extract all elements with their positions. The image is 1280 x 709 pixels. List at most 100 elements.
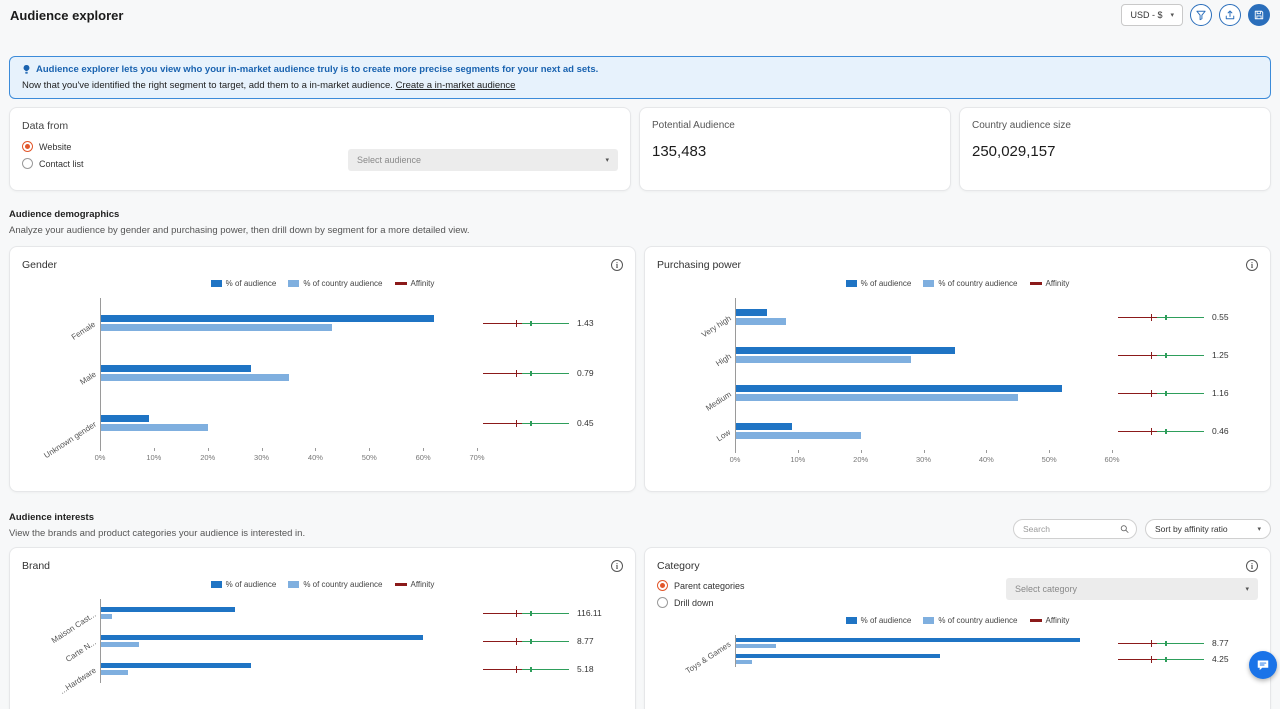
create-audience-link[interactable]: Create a in-market audience bbox=[396, 80, 516, 91]
legend-swatch bbox=[395, 583, 407, 586]
affinity-value: 4.25 bbox=[1212, 654, 1229, 664]
bars bbox=[100, 298, 477, 348]
country-bar bbox=[736, 318, 786, 325]
bars bbox=[100, 348, 477, 398]
affinity-bullet bbox=[1118, 639, 1204, 648]
contact-list-radio-label: Contact list bbox=[39, 159, 84, 169]
bar-row: Very high bbox=[657, 298, 1112, 336]
category-chart-card: Category i Parent categories Drill down bbox=[644, 547, 1271, 709]
chat-button[interactable] bbox=[1249, 651, 1277, 679]
country-bar bbox=[736, 432, 861, 439]
legend-item: % of country audience bbox=[288, 279, 382, 288]
x-axis: 0%10%20%30%40%50%60%70% bbox=[100, 448, 477, 464]
bars bbox=[100, 599, 477, 627]
chart-legend: % of audience% of country audienceAffini… bbox=[22, 580, 623, 589]
legend-label: % of country audience bbox=[938, 616, 1017, 625]
affinity-row: 1.16 bbox=[1118, 374, 1258, 412]
bar-row: Toys & Games bbox=[657, 635, 1112, 651]
bar-row: Maison Cast... bbox=[22, 599, 477, 627]
bars bbox=[735, 635, 1112, 651]
audience-bar bbox=[101, 635, 423, 640]
legend-swatch bbox=[288, 280, 299, 287]
category-chart-title: Category bbox=[657, 560, 700, 572]
bar-row: ...Hardware bbox=[22, 655, 477, 683]
filter-button[interactable] bbox=[1190, 4, 1212, 26]
affinity-value: 1.16 bbox=[1212, 388, 1229, 398]
legend-label: Affinity bbox=[1046, 616, 1070, 625]
country-audience-value: 250,029,157 bbox=[972, 143, 1258, 160]
gender-chart-head: Gender i bbox=[22, 259, 623, 271]
currency-select[interactable]: USD - $ ▾ bbox=[1121, 4, 1183, 26]
parent-categories-label: Parent categories bbox=[674, 581, 745, 591]
category-label-wrap: Medium bbox=[657, 389, 735, 398]
legend-swatch bbox=[395, 282, 407, 285]
axis-tick-label: 0% bbox=[730, 455, 741, 464]
audience-bar bbox=[101, 663, 251, 668]
affinity-row: 0.55 bbox=[1118, 298, 1258, 336]
demographics-title: Audience demographics bbox=[9, 209, 1271, 220]
info-icon[interactable]: i bbox=[1246, 259, 1258, 271]
affinity-value: 1.25 bbox=[1212, 350, 1229, 360]
demographics-subtitle: Analyze your audience by gender and purc… bbox=[9, 225, 1271, 236]
save-button[interactable] bbox=[1248, 4, 1270, 26]
audience-bar bbox=[101, 315, 434, 322]
search-box[interactable] bbox=[1013, 519, 1137, 539]
bars bbox=[735, 374, 1112, 412]
category-label-wrap: Maison Cast... bbox=[22, 609, 100, 618]
category-chart: % of audience% of country audienceAffini… bbox=[657, 616, 1258, 667]
affinity-bullet bbox=[1118, 655, 1204, 664]
info-icon[interactable]: i bbox=[611, 259, 623, 271]
page-title: Audience explorer bbox=[10, 8, 123, 23]
banner-headline: Audience explorer lets you view who your… bbox=[22, 64, 1258, 75]
category-label: Medium bbox=[704, 389, 733, 412]
bar-row: Male bbox=[22, 348, 477, 398]
affinity-tick-green bbox=[1165, 641, 1167, 646]
axis-tick-label: 50% bbox=[362, 453, 377, 462]
search-input[interactable] bbox=[1023, 524, 1120, 534]
legend-item: Affinity bbox=[1030, 616, 1070, 625]
axis-tickmark bbox=[423, 448, 424, 451]
axis-tickmark bbox=[1049, 450, 1050, 453]
affinity-tick-green bbox=[1165, 353, 1167, 358]
axis-tickmark bbox=[154, 448, 155, 451]
summary-cards-row: Data from Website Contact list Select au… bbox=[9, 107, 1271, 191]
affinity-row: 0.45 bbox=[483, 398, 623, 448]
country-bar bbox=[736, 394, 1018, 401]
affinity-column: 8.774.25 bbox=[1112, 635, 1258, 667]
affinity-tick-red bbox=[1151, 390, 1153, 397]
chart-legend: % of audience% of country audienceAffini… bbox=[22, 279, 623, 288]
sort-select[interactable]: Sort by affinity ratio ▾ bbox=[1145, 519, 1271, 539]
country-bar bbox=[736, 356, 911, 363]
purchasing-power-chart-card: Purchasing power i % of audience% of cou… bbox=[644, 246, 1271, 492]
chart-plot: Very highHighMediumLow0%10%20%30%40%50%6… bbox=[657, 298, 1112, 466]
info-icon[interactable]: i bbox=[1246, 560, 1258, 572]
parent-categories-radio[interactable]: Parent categories bbox=[657, 580, 745, 591]
affinity-seg-green bbox=[522, 613, 569, 615]
affinity-tick-red bbox=[1151, 656, 1153, 663]
bar-row: Female bbox=[22, 298, 477, 348]
bars bbox=[100, 627, 477, 655]
axis-tick-label: 60% bbox=[1104, 455, 1119, 464]
audience-bar bbox=[736, 347, 955, 354]
affinity-value: 5.18 bbox=[577, 664, 594, 674]
axis-tick-label: 20% bbox=[200, 453, 215, 462]
affinity-tick-green bbox=[530, 611, 532, 616]
drill-down-radio[interactable]: Drill down bbox=[657, 597, 745, 608]
axis-tickmark bbox=[100, 448, 101, 451]
export-button[interactable] bbox=[1219, 4, 1241, 26]
affinity-bullet bbox=[483, 419, 569, 428]
audience-explorer-page: Audience explorer USD - $ ▾ Audience exp… bbox=[0, 0, 1280, 709]
axis-tick-label: 10% bbox=[146, 453, 161, 462]
axis-tickmark bbox=[861, 450, 862, 453]
country-bar bbox=[101, 374, 289, 381]
affinity-column: 1.430.790.45 bbox=[477, 298, 623, 448]
category-label: Unknown gender bbox=[42, 419, 98, 459]
audience-select[interactable]: Select audience ▾ bbox=[348, 149, 618, 171]
category-label: Male bbox=[78, 369, 97, 386]
affinity-tick-green bbox=[530, 639, 532, 644]
legend-label: % of country audience bbox=[303, 580, 382, 589]
potential-audience-value: 135,483 bbox=[652, 143, 938, 160]
info-icon[interactable]: i bbox=[611, 560, 623, 572]
legend-label: % of audience bbox=[226, 279, 277, 288]
category-select[interactable]: Select category ▾ bbox=[1006, 578, 1258, 600]
